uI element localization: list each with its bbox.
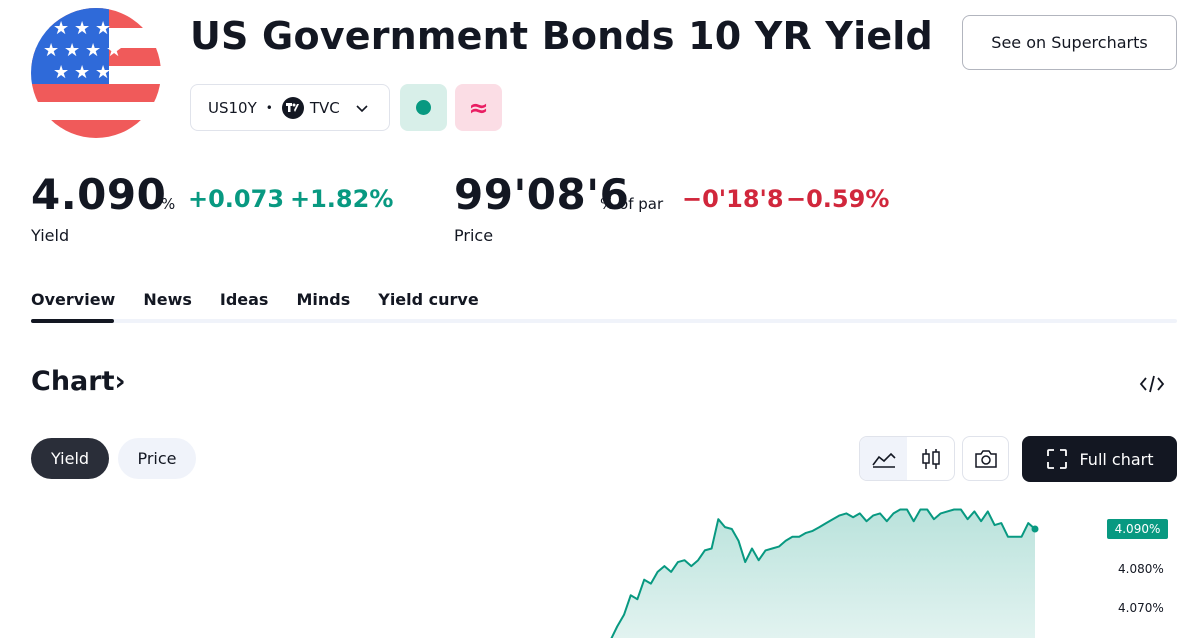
symbol-ticker: US10Y xyxy=(208,98,257,117)
price-label: Price xyxy=(454,226,494,245)
fullscreen-icon xyxy=(1047,449,1068,469)
chevron-down-icon xyxy=(356,99,368,117)
tab-overview[interactable]: Overview xyxy=(31,290,115,309)
tradingview-logo-icon xyxy=(281,96,304,119)
exchange-name: TVC xyxy=(309,98,340,117)
area-chart-button[interactable] xyxy=(860,437,907,480)
candles-chart-button[interactable] xyxy=(907,437,954,480)
section-tabs: Overview News Ideas Minds Yield curve xyxy=(31,290,479,309)
svg-text:★: ★ xyxy=(53,18,69,39)
price-toggle-button[interactable]: Price xyxy=(118,438,196,479)
tab-news[interactable]: News xyxy=(143,290,192,309)
us-flag-icon: ★ ★ ★ ★ ★ ★ ★ ★ ★ ★ xyxy=(31,8,161,138)
yield-toggle-button[interactable]: Yield xyxy=(31,438,109,479)
chart-title-arrow: › xyxy=(114,366,126,397)
price-unit: % of par xyxy=(600,195,664,213)
yield-chart-svg xyxy=(597,508,1039,638)
svg-text:★: ★ xyxy=(95,18,111,39)
see-on-supercharts-button[interactable]: See on Supercharts xyxy=(962,15,1177,70)
svg-text:★: ★ xyxy=(95,62,111,83)
active-tab-indicator xyxy=(31,319,114,323)
chart-section-link[interactable]: Chart› xyxy=(31,366,126,397)
area-chart-icon xyxy=(871,452,896,468)
yield-label: Yield xyxy=(31,226,70,245)
y-tick-label: 4.070% xyxy=(1118,601,1164,615)
y-tick-label: 4.080% xyxy=(1118,562,1164,576)
full-chart-label: Full chart xyxy=(1079,449,1154,469)
market-status-button[interactable] xyxy=(400,84,447,131)
price-change: −0'18'8 xyxy=(682,185,784,213)
market-open-dot-icon xyxy=(416,100,431,115)
tabs-divider xyxy=(31,319,1177,323)
chart-style-group xyxy=(859,436,955,481)
last-value-point xyxy=(1031,525,1039,533)
chart-section-title: Chart xyxy=(31,366,115,397)
yield-change-percent: +1.82% xyxy=(290,185,394,213)
candlestick-icon xyxy=(921,448,940,469)
tab-yield-curve[interactable]: Yield curve xyxy=(378,290,478,309)
symbol-selector[interactable]: US10Y • TVC xyxy=(190,84,390,131)
svg-text:★: ★ xyxy=(74,18,90,39)
svg-text:★: ★ xyxy=(43,40,59,61)
snapshot-button[interactable] xyxy=(962,436,1009,481)
embed-code-icon[interactable] xyxy=(1139,372,1165,396)
svg-text:★: ★ xyxy=(106,40,122,61)
full-chart-button[interactable]: Full chart xyxy=(1022,436,1177,482)
page-title: US Government Bonds 10 YR Yield xyxy=(190,14,933,58)
svg-text:★: ★ xyxy=(85,40,101,61)
svg-text:★: ★ xyxy=(53,62,69,83)
tab-ideas[interactable]: Ideas xyxy=(220,290,269,309)
svg-text:★: ★ xyxy=(64,40,80,61)
camera-icon xyxy=(974,449,997,468)
price-change-percent: −0.59% xyxy=(786,185,890,213)
tab-minds[interactable]: Minds xyxy=(296,290,350,309)
symbol-separator: • xyxy=(265,100,273,115)
yield-value: 4.090 xyxy=(31,170,167,219)
yield-change: +0.073 xyxy=(188,185,285,213)
last-value-label: 4.090% xyxy=(1107,519,1168,539)
delayed-data-button[interactable]: ≈ xyxy=(455,84,502,131)
delayed-wave-icon: ≈ xyxy=(468,93,489,122)
yield-chart[interactable] xyxy=(0,490,1200,638)
svg-text:★: ★ xyxy=(74,62,90,83)
yield-unit: % xyxy=(161,195,176,213)
